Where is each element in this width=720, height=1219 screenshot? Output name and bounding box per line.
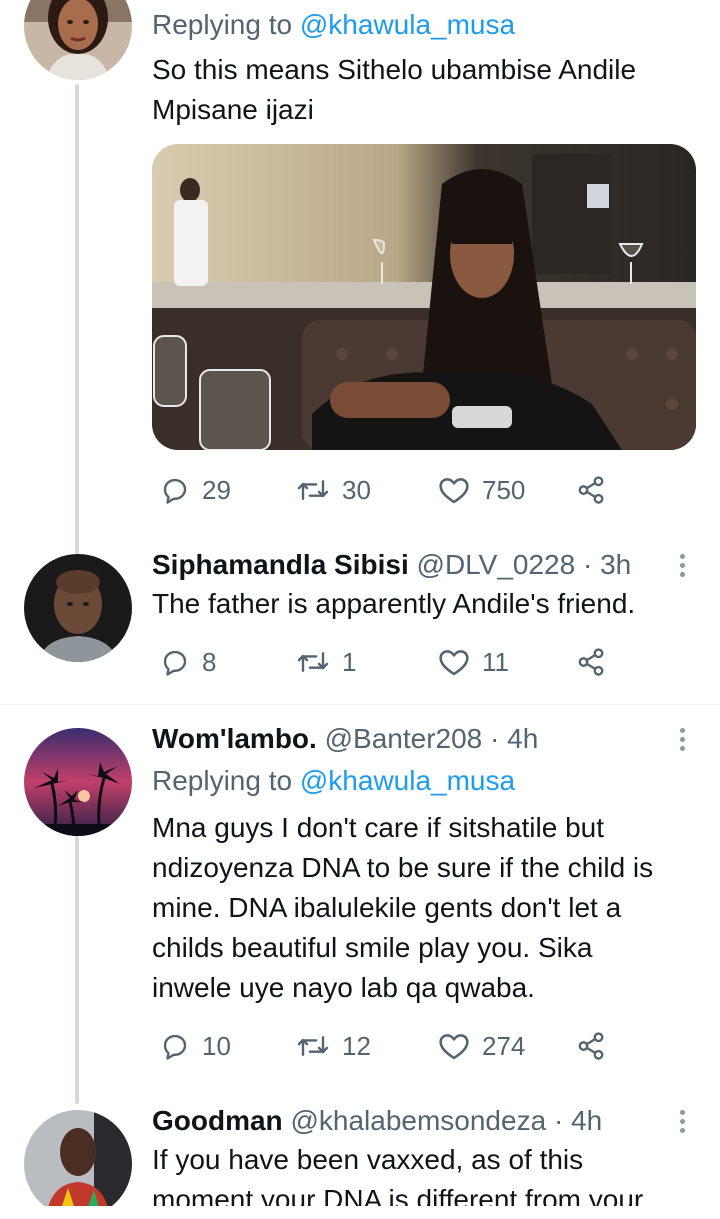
reply-prefix: Replying to bbox=[152, 9, 293, 40]
tweet-header: Goodman @khalabemsondeza · 4h bbox=[152, 1102, 700, 1140]
reply-button[interactable]: 29 bbox=[160, 468, 231, 512]
retweet-button[interactable]: 30 bbox=[296, 468, 371, 512]
retweet-icon bbox=[297, 480, 329, 500]
tweet-header: Siphamandla Sibisi @DLV_0228 · 3h bbox=[152, 546, 700, 584]
heart-icon bbox=[439, 478, 469, 504]
reply-icon bbox=[163, 478, 187, 504]
retweet-count: 12 bbox=[342, 1030, 371, 1061]
thread-line bbox=[75, 836, 79, 1104]
share-button[interactable] bbox=[576, 640, 606, 684]
display-name[interactable]: Wom'lambo. bbox=[152, 723, 317, 754]
heart-icon bbox=[439, 650, 469, 676]
like-button[interactable]: 11 bbox=[438, 640, 509, 684]
timestamp[interactable]: · 3h bbox=[583, 549, 631, 580]
reply-icon bbox=[163, 650, 187, 676]
like-count: 274 bbox=[482, 1030, 526, 1061]
tweet-text-line: mine. DNA ibalulekile gents don't let a bbox=[152, 892, 622, 923]
timestamp[interactable]: · 4h bbox=[490, 723, 538, 754]
tweet-header: Wom'lambo. @Banter208 · 4h bbox=[152, 720, 700, 758]
user-handle[interactable]: @khalabemsondeza bbox=[290, 1105, 546, 1136]
retweet-button[interactable]: 12 bbox=[296, 1024, 371, 1068]
heart-icon bbox=[439, 1034, 469, 1060]
divider bbox=[0, 1206, 720, 1219]
tweet-media-image[interactable] bbox=[152, 144, 696, 450]
reply-prefix: Replying to bbox=[152, 765, 293, 796]
tweet-text-line: inwele uye nayo lab qa qwaba. bbox=[152, 972, 535, 1003]
user-handle[interactable]: @DLV_0228 bbox=[417, 549, 576, 580]
tweet-text-line: Mna guys I don't care if sitshatile but bbox=[152, 812, 605, 843]
more-icon[interactable] bbox=[678, 1110, 686, 1137]
like-count: 11 bbox=[482, 646, 509, 677]
reply-count: 29 bbox=[202, 474, 231, 505]
share-icon bbox=[578, 1032, 604, 1060]
tweet-text-line: If you have been vaxxed, as of this bbox=[152, 1144, 584, 1175]
retweet-icon bbox=[297, 1036, 329, 1056]
more-icon[interactable] bbox=[678, 554, 686, 581]
more-icon[interactable] bbox=[678, 728, 686, 755]
replying-to: Replying to @khawula_musa bbox=[152, 762, 700, 800]
tweet-actions: 10 12 274 bbox=[152, 1024, 622, 1068]
reply-button[interactable]: 10 bbox=[160, 1024, 231, 1068]
tweet-text: So this means Sithelo ubambise Andile Mp… bbox=[152, 50, 700, 130]
display-name[interactable]: Siphamandla Sibisi bbox=[152, 549, 409, 580]
tweet-text: Mna guys I don't care if sitshatile but … bbox=[152, 808, 700, 1008]
retweet-count: 1 bbox=[342, 646, 357, 677]
retweet-icon bbox=[297, 652, 329, 672]
reply-count: 10 bbox=[202, 1030, 231, 1061]
tweet-actions: 29 30 750 bbox=[152, 468, 622, 512]
like-button[interactable]: 274 bbox=[438, 1024, 525, 1068]
tweet-text-line: ndizoyenza DNA to be sure if the child i… bbox=[152, 852, 654, 883]
tweet-text-line: Mpisane ijazi bbox=[152, 94, 314, 125]
like-button[interactable]: 750 bbox=[438, 468, 525, 512]
replying-to: Replying to @khawula_musa bbox=[152, 6, 700, 44]
share-button[interactable] bbox=[576, 468, 606, 512]
avatar[interactable] bbox=[24, 1110, 132, 1218]
tweet-text-line: childs beautiful smile play you. Sika bbox=[152, 932, 593, 963]
thread-line bbox=[75, 84, 79, 554]
like-count: 750 bbox=[482, 474, 526, 505]
avatar[interactable] bbox=[24, 0, 132, 80]
tweet-text: The father is apparently Andile's friend… bbox=[152, 588, 636, 619]
tweet-actions: 8 1 11 bbox=[152, 640, 622, 684]
display-name[interactable]: Goodman bbox=[152, 1105, 283, 1136]
reply-count: 8 bbox=[202, 646, 217, 677]
avatar[interactable] bbox=[24, 554, 132, 662]
avatar[interactable] bbox=[24, 728, 132, 836]
reply-button[interactable]: 8 bbox=[160, 640, 216, 684]
reply-icon bbox=[163, 1034, 187, 1060]
retweet-button[interactable]: 1 bbox=[296, 640, 356, 684]
share-icon bbox=[578, 476, 604, 504]
tweet-text-line: So this means Sithelo ubambise Andile bbox=[152, 54, 637, 85]
reply-handle-link[interactable]: @khawula_musa bbox=[300, 765, 515, 796]
timestamp[interactable]: · 4h bbox=[554, 1105, 602, 1136]
user-handle[interactable]: @Banter208 bbox=[325, 723, 483, 754]
reply-handle-link[interactable]: @khawula_musa bbox=[300, 9, 515, 40]
share-button[interactable] bbox=[576, 1024, 606, 1068]
share-icon bbox=[578, 648, 604, 676]
retweet-count: 30 bbox=[342, 474, 371, 505]
divider bbox=[0, 704, 720, 705]
